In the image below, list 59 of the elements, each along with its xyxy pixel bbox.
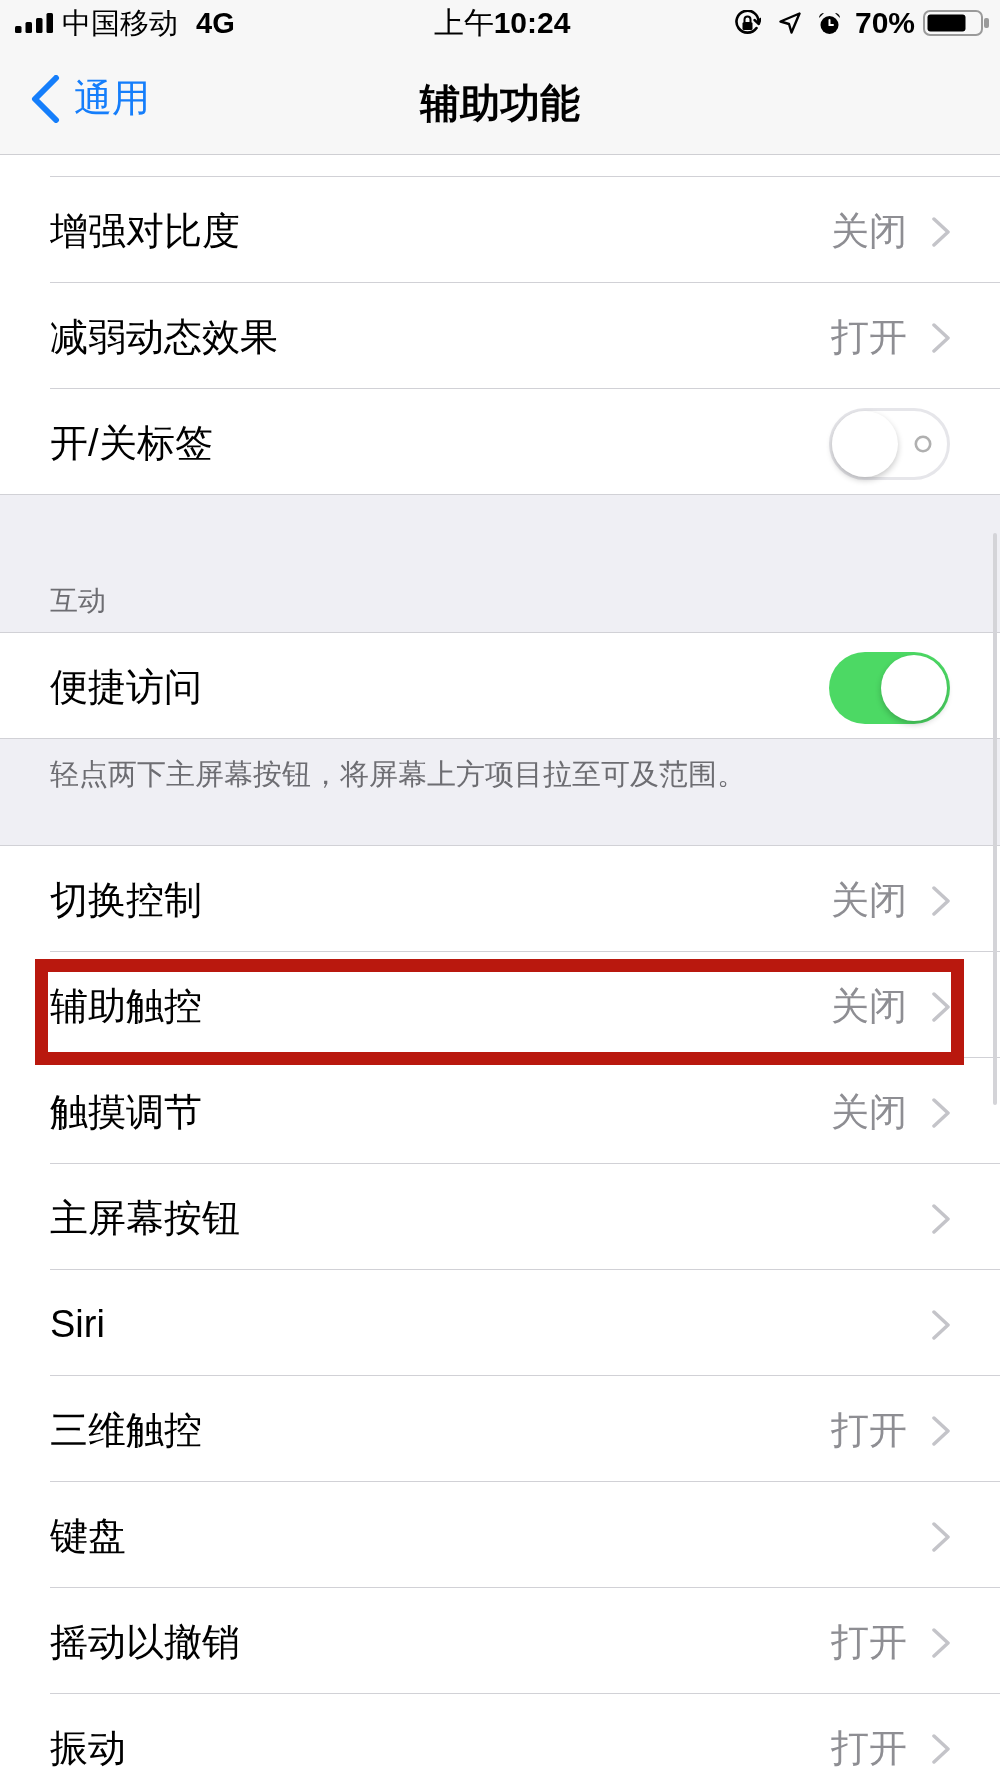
settings-row[interactable]: 增强对比度 关闭 (0, 177, 1000, 282)
setting-value: 关闭 (831, 1089, 907, 1135)
setting-label: 振动 (50, 1725, 126, 1771)
setting-label: 切换控制 (50, 877, 202, 923)
setting-value: 关闭 (831, 208, 907, 254)
page-title: 辅助功能 (420, 79, 580, 127)
setting-label: 辅助触控 (50, 983, 202, 1029)
network-type: 4G (196, 8, 235, 38)
chevron-right-icon (932, 322, 950, 353)
location-arrow-icon (778, 12, 801, 34)
chevron-right-icon (932, 1309, 950, 1340)
settings-row[interactable]: 摇动以撤销 打开 (0, 1588, 1000, 1693)
orientation-lock-icon (733, 9, 761, 37)
settings-row[interactable]: 切换控制 关闭 (0, 846, 1000, 951)
battery-percent: 70% (854, 8, 915, 38)
signal-bars-icon (15, 13, 53, 33)
chevron-right-icon (932, 1203, 950, 1234)
toggle-switch[interactable] (829, 651, 950, 724)
chevron-right-icon (932, 1627, 950, 1658)
setting-value: 关闭 (831, 877, 907, 923)
settings-row[interactable]: 主屏幕按钮 (0, 1164, 1000, 1269)
settings-row[interactable]: 减弱动态效果 打开 (0, 283, 1000, 388)
chevron-right-icon (932, 1733, 950, 1764)
setting-label: 触摸调节 (50, 1089, 202, 1135)
setting-label: Siri (50, 1301, 105, 1347)
section-footer: 轻点两下主屏幕按钮，将屏幕上方项目拉至可及范围。 (50, 758, 746, 790)
setting-value: 打开 (831, 1725, 907, 1771)
settings-row[interactable]: 振动 打开 (0, 1694, 1000, 1778)
section-header: 互动 (50, 584, 106, 618)
setting-label: 减弱动态效果 (50, 314, 278, 360)
setting-label: 键盘 (50, 1513, 126, 1559)
chevron-right-icon (932, 216, 950, 247)
alarm-clock-icon (817, 11, 841, 35)
setting-label: 便捷访问 (50, 664, 202, 710)
chevron-left-icon (30, 75, 60, 123)
toggle-switch[interactable] (829, 407, 950, 480)
setting-value: 打开 (831, 1619, 907, 1665)
chevron-right-icon (932, 991, 950, 1022)
carrier-name: 中国移动 (62, 8, 178, 38)
setting-label: 开/关标签 (50, 420, 213, 466)
setting-label: 三维触控 (50, 1407, 202, 1453)
chevron-right-icon (932, 1097, 950, 1128)
setting-label: 增强对比度 (50, 208, 240, 254)
setting-label: 主屏幕按钮 (50, 1195, 240, 1241)
setting-value: 打开 (831, 1407, 907, 1453)
settings-row[interactable]: 触摸调节 关闭 (0, 1058, 1000, 1163)
back-button[interactable]: 通用 (30, 75, 150, 123)
setting-value: 打开 (831, 314, 907, 360)
chevron-right-icon (932, 1415, 950, 1446)
settings-row[interactable]: 键盘 (0, 1482, 1000, 1587)
setting-value: 关闭 (831, 983, 907, 1029)
setting-label: 摇动以撤销 (50, 1619, 240, 1665)
chevron-right-icon (932, 1521, 950, 1552)
chevron-right-icon (932, 885, 950, 916)
settings-row[interactable]: 三维触控 打开 (0, 1376, 1000, 1481)
battery-icon (923, 10, 989, 36)
ring-icon (914, 434, 932, 453)
clock-time: 上午10:24 (433, 8, 571, 38)
settings-row[interactable]: Siri (0, 1270, 1000, 1375)
